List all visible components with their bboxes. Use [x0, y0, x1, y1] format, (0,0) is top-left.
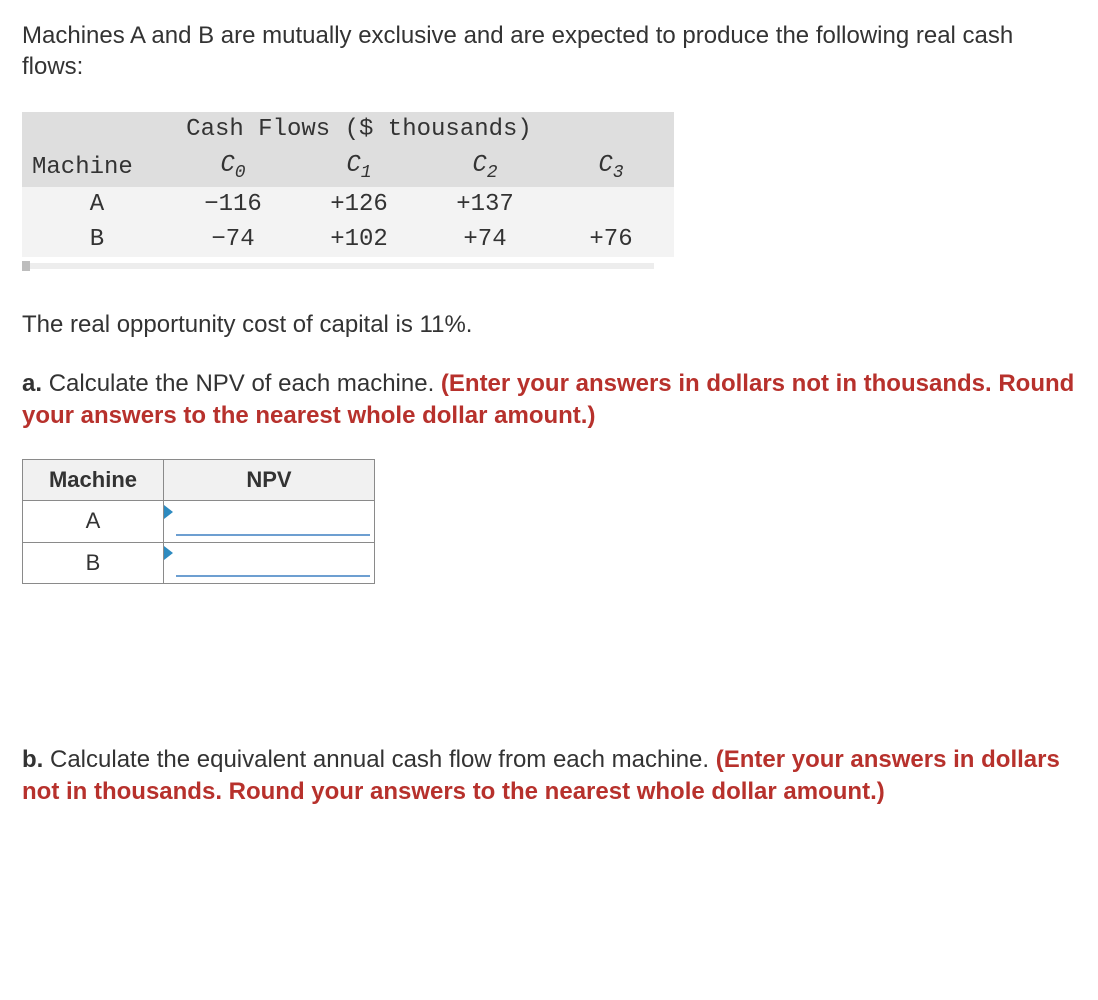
- table-row: A −116 +126 +137: [22, 187, 674, 222]
- cell-machine: B: [22, 222, 170, 257]
- header-c0: C0: [170, 148, 296, 187]
- input-underline: [176, 534, 370, 536]
- question-b: b. Calculate the equivalent annual cash …: [22, 744, 1076, 806]
- cell-c1: +126: [296, 187, 422, 222]
- cashflow-header-row: Machine C0 C1 C2 C3: [22, 148, 674, 187]
- cashflow-title: Cash Flows ($ thousands): [170, 112, 548, 147]
- opportunity-cost-text: The real opportunity cost of capital is …: [22, 309, 1076, 340]
- cell-machine: A: [22, 187, 170, 222]
- scrollbar-stub[interactable]: [22, 263, 654, 269]
- intro-text: Machines A and B are mutually exclusive …: [22, 20, 1076, 82]
- table-row: B: [23, 542, 375, 584]
- header-c3: C3: [548, 148, 674, 187]
- input-marker-icon: [164, 546, 173, 560]
- question-b-text: Calculate the equivalent annual cash flo…: [50, 746, 716, 773]
- cell-c2: +74: [422, 222, 548, 257]
- npv-row-machine: B: [23, 542, 164, 584]
- input-underline: [176, 575, 370, 577]
- question-a: a. Calculate the NPV of each machine. (E…: [22, 368, 1076, 430]
- input-marker-icon: [164, 505, 173, 519]
- cashflow-table: Cash Flows ($ thousands) Machine C0 C1 C…: [22, 112, 674, 257]
- npv-input-a[interactable]: [176, 507, 376, 533]
- npv-header-npv: NPV: [164, 459, 375, 501]
- npv-answer-table: Machine NPV A B: [22, 459, 375, 585]
- header-c2: C2: [422, 148, 548, 187]
- cell-c3: +76: [548, 222, 674, 257]
- table-row: A: [23, 501, 375, 543]
- table-row: B −74 +102 +74 +76: [22, 222, 674, 257]
- cell-c1: +102: [296, 222, 422, 257]
- cell-c0: −74: [170, 222, 296, 257]
- header-c1: C1: [296, 148, 422, 187]
- question-a-label: a.: [22, 370, 42, 397]
- npv-input-b[interactable]: [176, 548, 376, 574]
- question-b-label: b.: [22, 746, 43, 773]
- header-machine: Machine: [22, 148, 170, 187]
- cell-c0: −116: [170, 187, 296, 222]
- npv-header-machine: Machine: [23, 459, 164, 501]
- cell-c3: [548, 187, 674, 222]
- question-a-text: Calculate the NPV of each machine.: [49, 370, 441, 397]
- npv-row-machine: A: [23, 501, 164, 543]
- cell-c2: +137: [422, 187, 548, 222]
